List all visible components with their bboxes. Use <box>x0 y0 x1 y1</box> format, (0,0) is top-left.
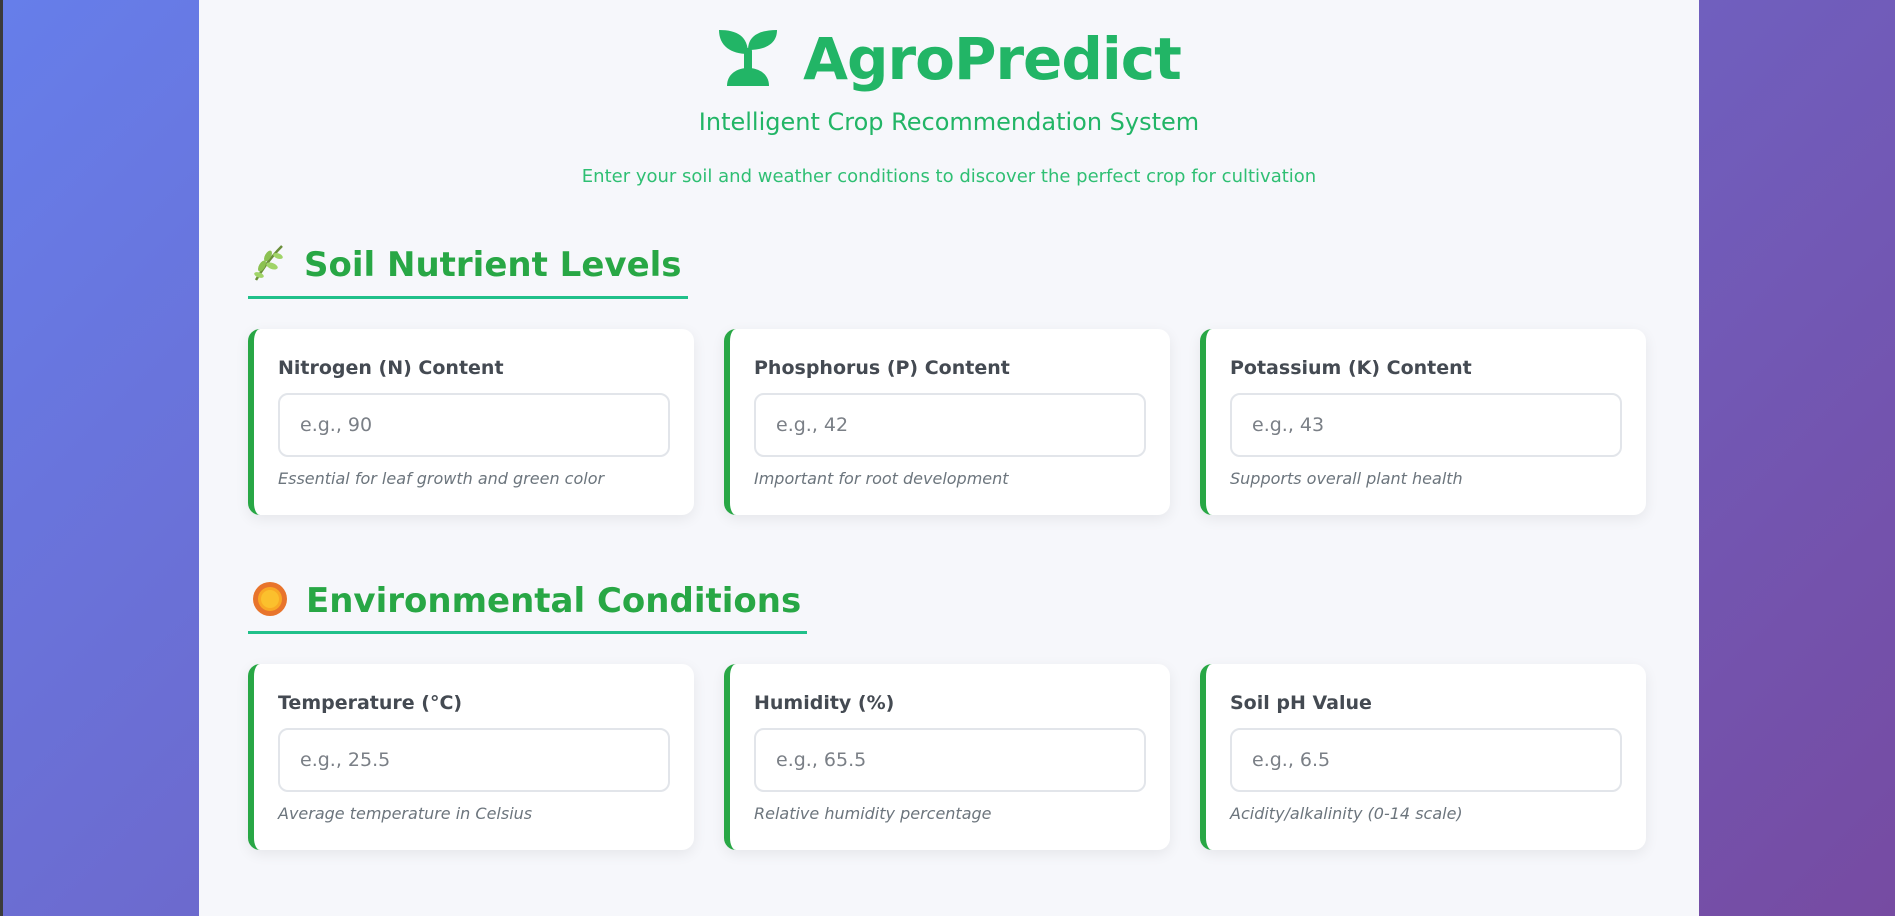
field-label: Humidity (%) <box>754 692 895 714</box>
section-heading: Environmental Conditions <box>248 581 808 634</box>
field-label: Soil pH Value <box>1230 692 1372 714</box>
title-row: AgroPredict <box>199 24 1699 94</box>
sun-icon <box>252 581 288 621</box>
ph-input[interactable] <box>1230 728 1622 792</box>
field-label: Potassium (K) Content <box>1230 357 1472 379</box>
window-edge <box>0 0 3 916</box>
field-cards: Nitrogen (N) Content Essential for leaf … <box>248 329 1648 515</box>
ph-card: Soil pH Value Acidity/alkalinity (0-14 s… <box>1200 664 1646 850</box>
environmental-section: Environmental Conditions Temperature (°C… <box>248 581 1648 850</box>
app-subtitle: Intelligent Crop Recommendation System <box>698 108 1200 136</box>
field-help: Average temperature in Celsius <box>278 804 533 823</box>
field-cards: Temperature (°C) Average temperature in … <box>248 664 1648 850</box>
humidity-input[interactable] <box>754 728 1146 792</box>
field-help: Supports overall plant health <box>1230 469 1463 488</box>
field-help: Important for root development <box>754 469 1009 488</box>
temperature-input[interactable] <box>278 728 670 792</box>
field-help: Relative humidity percentage <box>754 804 992 823</box>
field-help: Essential for leaf growth and green colo… <box>278 469 605 488</box>
field-label: Temperature (°C) <box>278 692 463 714</box>
app-tagline: Enter your soil and weather conditions t… <box>581 166 1317 187</box>
potassium-input[interactable] <box>1230 393 1622 457</box>
header: AgroPredict Intelligent Crop Recommendat… <box>199 0 1699 187</box>
nitrogen-input[interactable] <box>278 393 670 457</box>
field-help: Acidity/alkalinity (0-14 scale) <box>1230 804 1463 823</box>
section-heading: Soil Nutrient Levels <box>248 244 688 299</box>
potassium-card: Potassium (K) Content Supports overall p… <box>1200 329 1646 515</box>
nitrogen-card: Nitrogen (N) Content Essential for leaf … <box>248 329 694 515</box>
main-container: AgroPredict Intelligent Crop Recommendat… <box>199 0 1699 916</box>
temperature-card: Temperature (°C) Average temperature in … <box>248 664 694 850</box>
soil-nutrient-section: Soil Nutrient Levels Nitrogen (N) Conten… <box>248 244 1648 515</box>
phosphorus-input[interactable] <box>754 393 1146 457</box>
section-title: Soil Nutrient Levels <box>304 245 682 285</box>
section-title: Environmental Conditions <box>306 581 802 621</box>
field-label: Phosphorus (P) Content <box>754 357 1010 379</box>
herb-icon <box>252 244 286 286</box>
field-label: Nitrogen (N) Content <box>278 357 504 379</box>
app-title: AgroPredict <box>803 25 1182 93</box>
seedling-icon <box>717 26 779 92</box>
humidity-card: Humidity (%) Relative humidity percentag… <box>724 664 1170 850</box>
phosphorus-card: Phosphorus (P) Content Important for roo… <box>724 329 1170 515</box>
